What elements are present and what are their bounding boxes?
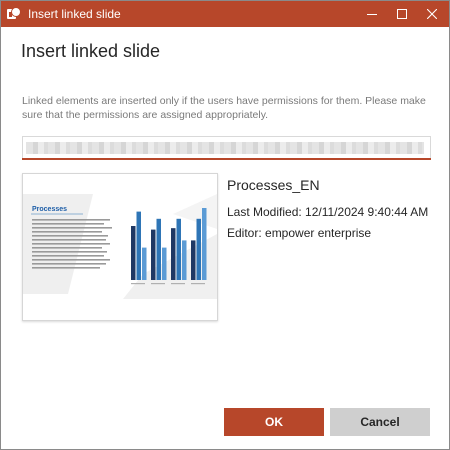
last-modified-text: Last Modified: 12/11/2024 9:40:44 AM xyxy=(227,205,429,219)
window-title: Insert linked slide xyxy=(28,7,121,21)
blurred-search-value xyxy=(26,142,424,154)
thumbnail-bar xyxy=(142,247,147,280)
thumbnail-bar xyxy=(196,218,201,280)
thumbnail-bar xyxy=(156,218,161,280)
slide-name: Processes_EN xyxy=(227,177,320,193)
thumbnail-bar xyxy=(162,247,167,280)
editor-text: Editor: empower enterprise xyxy=(227,226,372,240)
thumbnail-title: Processes xyxy=(32,206,68,213)
cancel-button[interactable]: Cancel xyxy=(330,408,430,436)
ok-button[interactable]: OK xyxy=(224,408,324,436)
powerpoint-icon xyxy=(7,7,21,19)
dialog-heading: Insert linked slide xyxy=(21,41,161,61)
close-button[interactable] xyxy=(417,1,447,27)
slide-thumbnail-graphic xyxy=(23,194,217,299)
slide-thumbnail[interactable]: Processes xyxy=(22,173,218,321)
thumbnail-bar xyxy=(176,218,181,280)
minimize-button[interactable] xyxy=(357,1,387,27)
thumbnail-bar xyxy=(202,208,207,280)
thumbnail-bar xyxy=(136,211,141,280)
thumbnail-bar xyxy=(131,226,136,280)
maximize-button[interactable] xyxy=(387,1,417,27)
thumbnail-bar xyxy=(182,240,187,280)
insert-linked-slide-dialog: Insert linked slide Insert linked slide … xyxy=(0,0,450,450)
close-icon xyxy=(427,9,437,19)
thumbnail-bar xyxy=(171,228,176,280)
maximize-icon xyxy=(397,9,407,19)
thumbnail-bar xyxy=(191,240,196,280)
search-input[interactable] xyxy=(22,136,431,159)
permissions-info-text: Linked elements are inserted only if the… xyxy=(22,95,426,121)
search-input-underline xyxy=(22,158,431,160)
title-bar[interactable]: Insert linked slide xyxy=(1,1,449,27)
thumbnail-bar xyxy=(151,229,156,280)
minimize-icon xyxy=(367,14,377,15)
